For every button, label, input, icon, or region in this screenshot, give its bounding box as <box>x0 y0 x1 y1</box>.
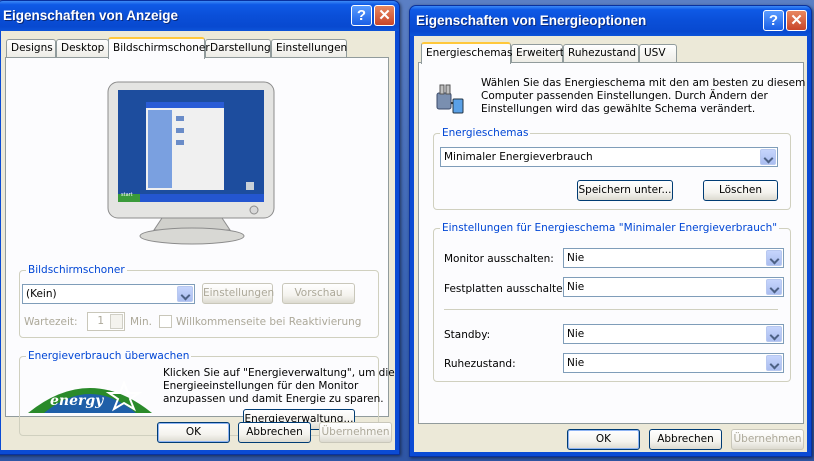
dialog-body: Energieschemas Erweitert Ruhezustand USV… <box>414 36 807 452</box>
energy-logo-text: energy <box>50 393 104 409</box>
power-scheme-icon <box>433 79 465 115</box>
tab-appearance[interactable]: Darstellung <box>205 39 271 58</box>
close-button[interactable]: ✕ <box>374 5 395 26</box>
energy-star-logo-icon: energy <box>24 369 156 415</box>
hibernate-label: Ruhezustand: <box>444 358 516 370</box>
screensaver-preview-button[interactable]: Vorschau <box>282 283 355 304</box>
wait-label: Wartezeit: <box>24 316 78 328</box>
chevron-down-icon[interactable] <box>766 355 782 371</box>
cancel-button[interactable]: Abbrechen <box>238 422 311 443</box>
tab-advanced[interactable]: Erweitert <box>511 44 564 63</box>
settings-divider <box>444 309 778 310</box>
power-scheme-select-value: Minimaler Energieverbrauch <box>444 151 593 163</box>
power-scheme-select[interactable]: Minimaler Energieverbrauch <box>440 147 778 167</box>
apply-button[interactable]: Übernehmen <box>731 429 804 450</box>
help-button[interactable]: ? <box>763 10 784 31</box>
start-button-mini: start <box>121 192 133 198</box>
power-schemes-group-label: Energieschemas <box>440 127 531 139</box>
screensaver-select[interactable]: (Kein) <box>22 284 195 304</box>
title-bar[interactable]: Eigenschaften von Anzeige ? ✕ <box>0 1 399 31</box>
tab-panel: start Bildschirmschoner (Kein) Einstellu… <box>5 57 395 436</box>
disks-off-select[interactable]: Nie <box>563 277 784 297</box>
title-bar[interactable]: Eigenschaften von Energieoptionen ? ✕ <box>410 6 811 36</box>
hibernate-value: Nie <box>567 357 585 369</box>
display-properties-window: Eigenschaften von Anzeige ? ✕ Designs De… <box>0 0 400 455</box>
chevron-down-icon[interactable] <box>760 149 776 165</box>
spinner-arrows-icon[interactable] <box>110 314 123 329</box>
window-title: Eigenschaften von Energieoptionen <box>416 13 647 28</box>
tab-hibernate[interactable]: Ruhezustand <box>563 44 639 63</box>
monitor-off-label: Monitor ausschalten: <box>444 253 554 265</box>
monitor-off-select[interactable]: Nie <box>563 248 784 268</box>
window-title: Eigenschaften von Anzeige <box>3 8 179 23</box>
standby-value: Nie <box>567 328 585 340</box>
hibernate-select[interactable]: Nie <box>563 353 784 373</box>
power-description-line-1: Klicken Sie auf "Energieverwaltung", um … <box>163 367 395 379</box>
power-options-window: Eigenschaften von Energieoptionen ? ✕ En… <box>409 5 812 457</box>
screensaver-settings-button[interactable]: Einstellungen <box>202 283 274 304</box>
help-button[interactable]: ? <box>351 5 372 26</box>
save-as-button[interactable]: Speichern unter... <box>577 180 673 201</box>
tab-power-schemes[interactable]: Energieschemas <box>421 42 512 64</box>
scheme-settings-group: Einstellungen für Energieschema "Minimal… <box>433 222 791 382</box>
delete-button[interactable]: Löschen <box>703 180 778 201</box>
screensaver-group-label: Bildschirmschoner <box>26 264 127 276</box>
power-description-line-3: anzupassen und damit Energie zu sparen. <box>163 393 384 405</box>
power-schemes-group: Energieschemas Minimaler Energieverbrauc… <box>433 127 791 210</box>
chevron-down-icon[interactable] <box>766 326 782 342</box>
tab-panel: Wählen Sie das Energieschema mit den am … <box>418 62 806 424</box>
wait-spinner[interactable]: 1 <box>87 312 125 331</box>
wait-value: 1 <box>97 315 104 327</box>
welcome-checkbox[interactable] <box>159 315 172 328</box>
screensaver-select-value: (Kein) <box>26 288 57 300</box>
power-group-label: Energieverbrauch überwachen <box>26 350 192 362</box>
ok-button[interactable]: OK <box>157 422 230 443</box>
disks-off-label: Festplatten ausschalten: <box>444 283 573 295</box>
tab-screensaver[interactable]: Bildschirmschoner <box>108 37 210 59</box>
chevron-down-icon[interactable] <box>766 279 782 295</box>
welcome-checkbox-label: Willkommenseite bei Reaktivierung <box>176 316 362 328</box>
scheme-settings-group-label: Einstellungen für Energieschema "Minimal… <box>440 222 780 234</box>
dialog-body: Designs Desktop Bildschirmschoner Darste… <box>1 31 395 450</box>
intro-line-3: Einstellungen wird das gewählte Schema v… <box>481 103 756 115</box>
power-description-line-2: Energieeinstellungen für den Monitor <box>163 380 359 392</box>
standby-label: Standby: <box>444 329 491 341</box>
tab-ups[interactable]: USV <box>639 44 677 63</box>
screensaver-group: Bildschirmschoner (Kein) Einstellungen V… <box>19 264 379 338</box>
standby-select[interactable]: Nie <box>563 324 784 344</box>
monitor-off-value: Nie <box>567 252 585 264</box>
tab-desktop[interactable]: Desktop <box>56 39 109 58</box>
close-button[interactable]: ✕ <box>786 10 807 31</box>
cancel-button[interactable]: Abbrechen <box>649 429 722 450</box>
wait-unit: Min. <box>130 316 152 328</box>
monitor-preview-icon: start <box>104 80 280 250</box>
tab-settings[interactable]: Einstellungen <box>271 39 347 58</box>
chevron-down-icon[interactable] <box>766 250 782 266</box>
intro-line-2: Computer passenden Einstellungen. Durch … <box>481 90 768 102</box>
ok-button[interactable]: OK <box>567 429 640 450</box>
tab-designs[interactable]: Designs <box>6 39 56 58</box>
chevron-down-icon[interactable] <box>177 286 193 302</box>
disks-off-value: Nie <box>567 281 585 293</box>
apply-button[interactable]: Übernehmen <box>319 422 392 443</box>
intro-line-1: Wählen Sie das Energieschema mit den am … <box>481 77 806 89</box>
